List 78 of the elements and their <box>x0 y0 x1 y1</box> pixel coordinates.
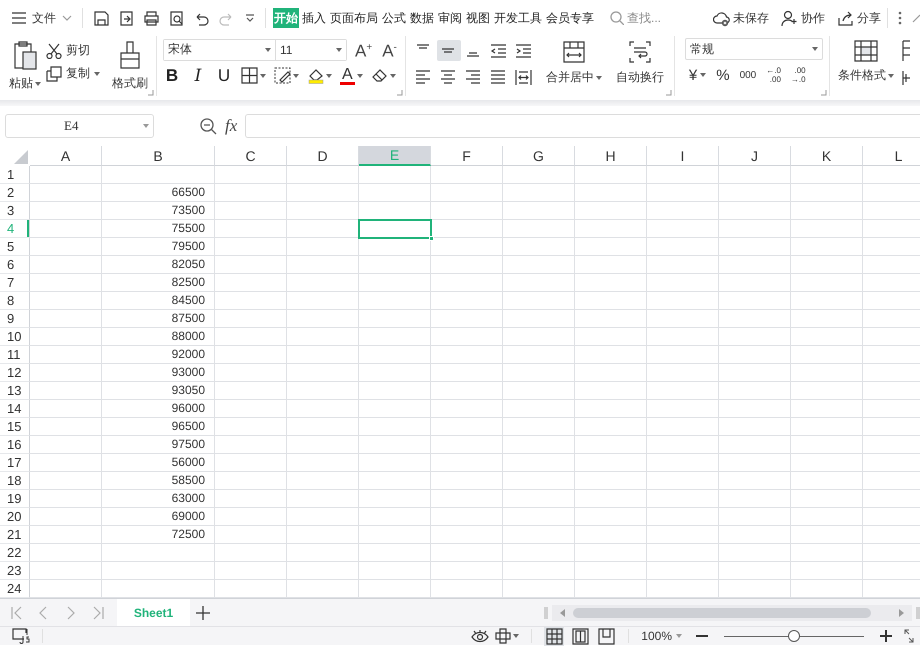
table-cell-text: 66500 <box>170 184 206 201</box>
italic-button[interactable]: I <box>189 66 207 86</box>
underline-button[interactable]: U <box>215 66 233 86</box>
row-header[interactable]: 22 <box>0 544 30 562</box>
file-menu-button[interactable]: 文件 <box>12 10 72 26</box>
row-header[interactable]: 5 <box>0 238 30 256</box>
fx-label: fx <box>225 116 238 136</box>
currency-button[interactable]: ¥ <box>688 66 706 84</box>
menu-tab[interactable]: 开发工具 <box>493 8 543 28</box>
row-header[interactable]: 7 <box>0 274 30 292</box>
table-cell-text: 75500 <box>170 220 206 237</box>
name-box[interactable]: E4 <box>5 114 154 138</box>
decrease-decimal-button[interactable]: .00 →.0 <box>790 66 806 84</box>
row-header[interactable]: 14 <box>0 400 30 418</box>
menu-tab[interactable]: 审阅 <box>437 8 463 28</box>
row-header[interactable]: 11 <box>0 346 30 364</box>
row-header[interactable]: 20 <box>0 508 30 526</box>
row-header[interactable]: 2 <box>0 184 30 202</box>
row-header[interactable]: 10 <box>0 328 30 346</box>
row-header[interactable]: 1 <box>0 166 30 184</box>
person-button[interactable]: 协作 <box>781 10 825 26</box>
decrease-font-button[interactable]: A$^{-}$ <box>380 38 399 62</box>
font-color-button[interactable]: A <box>340 66 363 85</box>
table-cell-text: 84500 <box>170 292 206 309</box>
table-cell-text: 82500 <box>170 274 206 291</box>
table-cell-text: 69000 <box>170 508 206 525</box>
bold-button[interactable]: B <box>163 66 181 86</box>
share-button[interactable]: 分享 <box>837 10 881 26</box>
row-header[interactable]: 8 <box>0 292 30 310</box>
row-header[interactable]: 19 <box>0 490 30 508</box>
menu-tab[interactable]: 页面布局 <box>329 8 379 28</box>
menu-tab[interactable]: 插入 <box>301 8 327 28</box>
menu-tab[interactable]: 视图 <box>465 8 491 28</box>
zoom-level-button[interactable]: 100% <box>641 629 682 643</box>
copy-button[interactable]: 复制 <box>46 65 100 82</box>
table-cell-text: 63000 <box>170 490 206 507</box>
table-cell-text: 88000 <box>170 328 206 345</box>
row-header[interactable]: 9 <box>0 310 30 328</box>
row-header[interactable]: 3 <box>0 202 30 220</box>
row-header[interactable]: 12 <box>0 364 30 382</box>
table-cell-text: 93000 <box>170 364 206 381</box>
paste-button[interactable]: 粘贴 <box>8 38 42 94</box>
table-cell-text: 73500 <box>170 202 206 219</box>
menu-tab[interactable]: 数据 <box>409 8 435 28</box>
thousands-button[interactable]: 000 <box>740 70 756 80</box>
table-cell-text: 93050 <box>170 382 206 399</box>
table-cell-text: 96000 <box>170 400 206 417</box>
table-cell-text: 58500 <box>170 472 206 489</box>
table-cell-text: 72500 <box>170 526 206 543</box>
increase-decimal-button[interactable]: ←.0 .00 <box>766 66 781 84</box>
cloud-button[interactable]: 未保存 <box>713 10 769 26</box>
table-cell-text: 56000 <box>170 454 206 471</box>
percent-button[interactable]: % <box>716 66 730 84</box>
row-header[interactable]: 21 <box>0 526 30 544</box>
table-cell-text: 96500 <box>170 418 206 435</box>
row-header[interactable]: 15 <box>0 418 30 436</box>
increase-font-button[interactable]: A$^{+}$ <box>353 38 374 62</box>
menu-tab[interactable]: 会员专享 <box>545 8 595 28</box>
row-header[interactable]: 24 <box>0 580 30 598</box>
row-header[interactable]: 17 <box>0 454 30 472</box>
table-cell-text: 82050 <box>170 256 206 273</box>
row-header[interactable]: 16 <box>0 436 30 454</box>
row-header[interactable]: 18 <box>0 472 30 490</box>
cut-button[interactable]: 剪切 <box>46 42 100 59</box>
row-header[interactable]: 13 <box>0 382 30 400</box>
wrap-text-button[interactable]: 自动换行 <box>614 38 666 88</box>
menu-tab[interactable]: 公式 <box>381 8 407 28</box>
number-format-field[interactable]: 常规 <box>684 38 823 60</box>
merge-center-button[interactable]: 合并居中 <box>544 38 604 88</box>
table-cell-text: 92000 <box>170 346 206 363</box>
format-painter-button[interactable]: 格式刷 <box>110 38 150 94</box>
table-cell-text: 79500 <box>170 238 206 255</box>
table-cell-text: 87500 <box>170 310 206 327</box>
table-cell-text: 97500 <box>170 436 206 453</box>
conditional-format-button[interactable]: 条件格式 <box>836 38 896 86</box>
search-field[interactable]: 查找... <box>610 11 682 25</box>
row-header[interactable]: 6 <box>0 256 30 274</box>
row-header[interactable]: 23 <box>0 562 30 580</box>
